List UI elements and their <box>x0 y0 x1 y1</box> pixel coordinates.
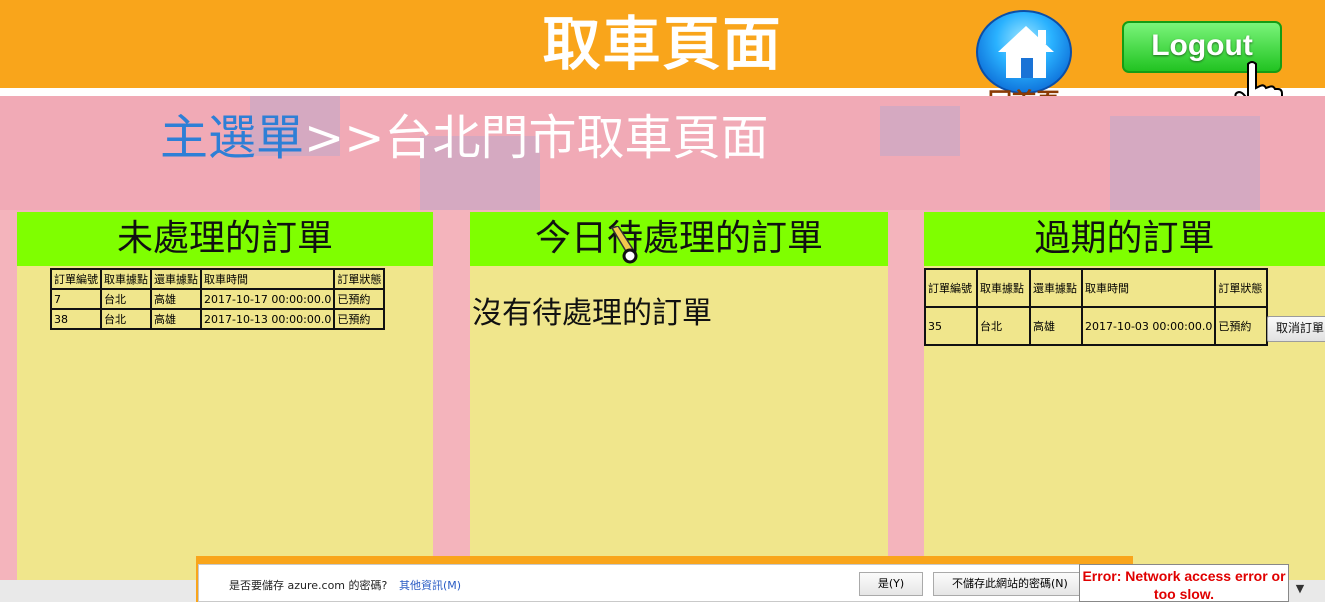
column-header: 還車據點 <box>150 268 202 290</box>
table-row: 7 台北 高雄 2017-10-17 00:00:00.0 已預約 <box>50 288 386 310</box>
table-cell: 38 <box>50 308 102 330</box>
table-cell: 2017-10-03 00:00:00.0 <box>1080 306 1217 346</box>
table-cell: 2017-10-13 00:00:00.0 <box>199 308 336 330</box>
breadcrumb-separator: >> <box>304 110 385 166</box>
breadcrumb: 主選單>>台北門市取車頁面 <box>160 108 768 168</box>
column-header: 取車時間 <box>199 268 336 290</box>
error-message: Error: Network access error or too slow. <box>1079 564 1289 602</box>
table-header-row: 訂單編號 取車據點 還車據點 取車時間 訂單狀態 <box>50 268 386 290</box>
cancel-order-button[interactable]: 取消訂單 <box>1267 316 1325 342</box>
pending-orders-title: 未處理的訂單 <box>17 212 433 266</box>
table-cell: 高雄 <box>150 288 202 310</box>
table-cell: 已預約 <box>1214 306 1269 346</box>
column-header: 還車據點 <box>1029 268 1083 308</box>
pencil-cursor-icon <box>610 226 638 264</box>
pending-orders-table: 訂單編號 取車據點 還車據點 取車時間 訂單狀態 7 台北 高雄 2017-10… <box>50 268 386 330</box>
breadcrumb-current: 台北門市取車頁面 <box>384 110 769 166</box>
chevron-down-icon[interactable]: ▼ <box>1292 582 1308 598</box>
table-cell: 高雄 <box>1029 306 1083 346</box>
header-divider <box>0 88 1325 96</box>
breadcrumb-main-menu-link[interactable]: 主選單 <box>160 110 304 166</box>
never-save-password-button[interactable]: 不儲存此網站的密碼(N) <box>933 572 1099 596</box>
column-header: 訂單狀態 <box>333 268 386 290</box>
no-orders-message: 沒有待處理的訂單 <box>472 296 712 331</box>
table-row: 38 台北 高雄 2017-10-13 00:00:00.0 已預約 <box>50 308 386 330</box>
table-cell: 台北 <box>100 288 152 310</box>
column-header: 訂單狀態 <box>1214 268 1269 308</box>
column-header: 取車時間 <box>1080 268 1217 308</box>
expired-orders-table: 訂單編號 取車據點 還車據點 取車時間 訂單狀態 35 台北 高雄 2017-1… <box>924 268 1269 346</box>
table-cell: 已預約 <box>333 308 386 330</box>
table-cell: 35 <box>924 306 978 346</box>
column-header: 訂單編號 <box>924 268 978 308</box>
column-header: 取車據點 <box>100 268 152 290</box>
table-cell: 高雄 <box>150 308 202 330</box>
today-orders-title: 今日待處理的訂單 <box>470 212 888 266</box>
table-cell: 7 <box>50 288 102 310</box>
column-header: 訂單編號 <box>50 268 102 290</box>
save-password-bar: 是否要儲存 azure.com 的密碼? 其他資訊(M) 是(Y) 不儲存此網站… <box>198 564 1131 602</box>
save-password-prompt: 是否要儲存 azure.com 的密碼? <box>229 579 388 592</box>
table-row: 35 台北 高雄 2017-10-03 00:00:00.0 已預約 <box>924 306 1269 346</box>
today-orders-panel: 今日待處理的訂單 沒有待處理的訂單 <box>470 212 888 602</box>
browser-bottom-edge <box>0 580 196 602</box>
pending-orders-panel: 未處理的訂單 訂單編號 取車據點 還車據點 取車時間 訂單狀態 7 台北 高雄 … <box>17 212 433 602</box>
table-header-row: 訂單編號 取車據點 還車據點 取車時間 訂單狀態 <box>924 268 1269 308</box>
save-password-yes-button[interactable]: 是(Y) <box>859 572 923 596</box>
more-info-link[interactable]: 其他資訊(M) <box>399 577 461 593</box>
expired-orders-title: 過期的訂單 <box>924 212 1325 266</box>
table-cell: 台北 <box>100 308 152 330</box>
table-cell: 台北 <box>976 306 1031 346</box>
table-cell: 2017-10-17 00:00:00.0 <box>199 288 336 310</box>
expired-orders-panel: 過期的訂單 訂單編號 取車據點 還車據點 取車時間 訂單狀態 35 台北 高雄 … <box>924 212 1325 602</box>
table-cell: 已預約 <box>333 288 386 310</box>
column-header: 取車據點 <box>976 268 1031 308</box>
